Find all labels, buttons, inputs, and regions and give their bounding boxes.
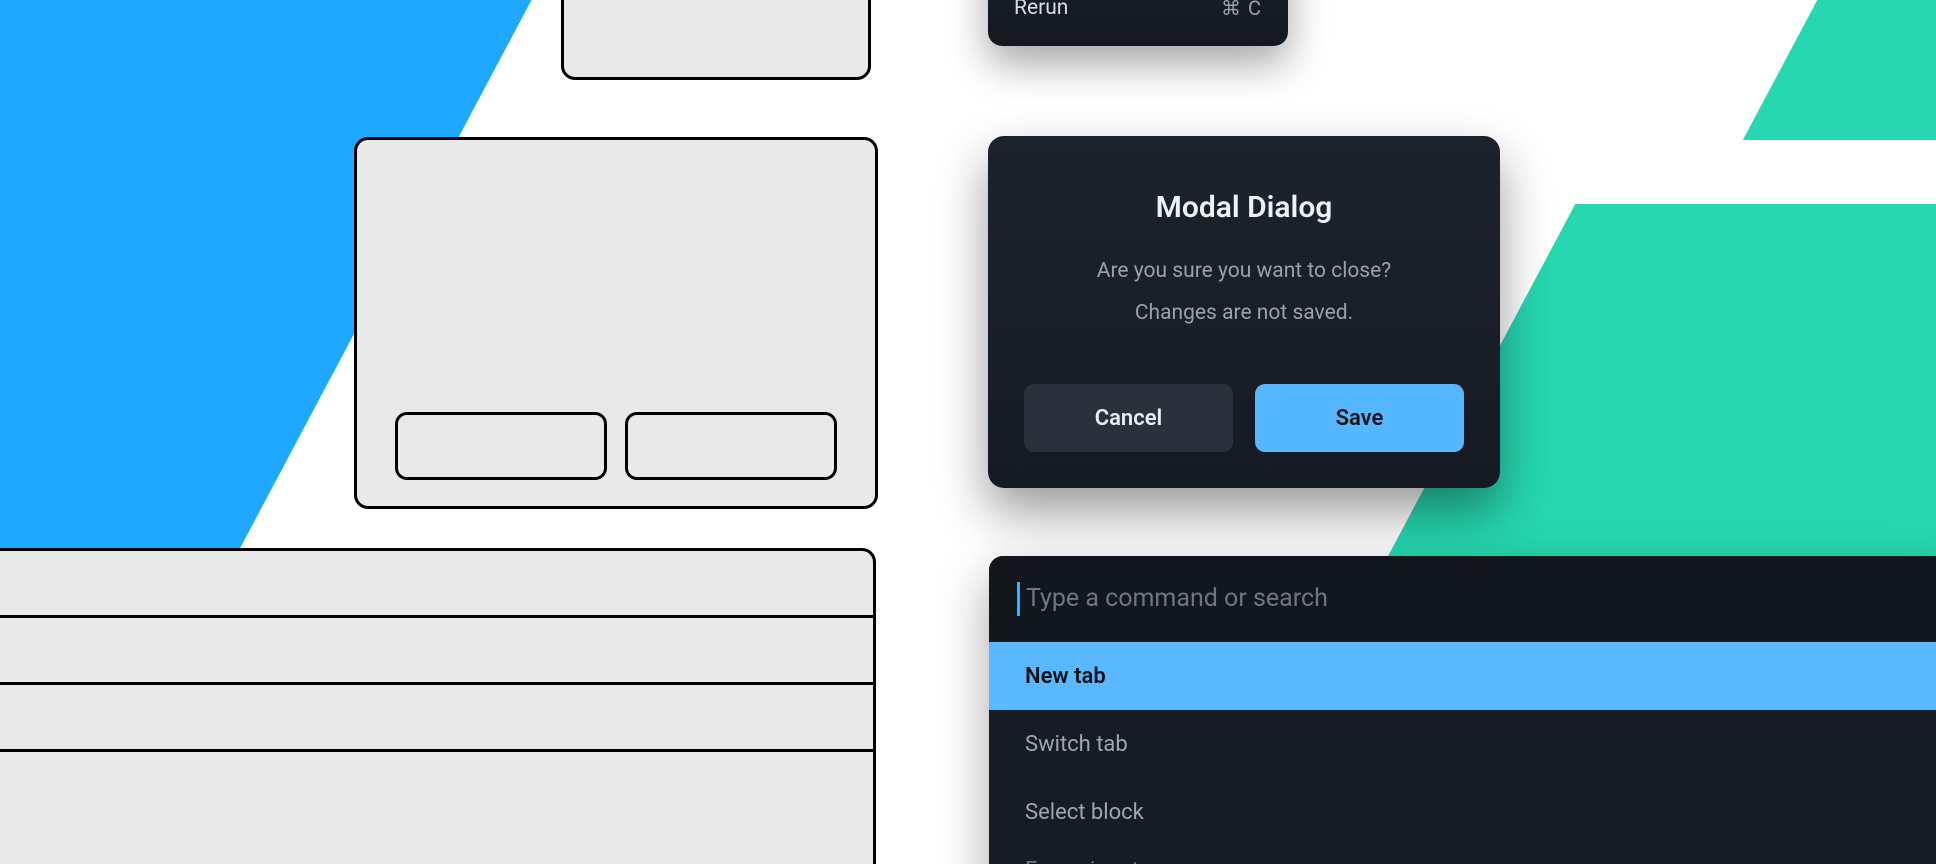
save-button-label: Save <box>1336 406 1384 431</box>
context-menu-item-rerun[interactable]: Rerun ⌘ C <box>988 0 1288 32</box>
decorative-teal-shape-top <box>1743 0 1936 140</box>
modal-dialog: Modal Dialog Are you sure you want to cl… <box>988 136 1500 488</box>
command-palette: Type a command or search New tab Switch … <box>989 556 1936 864</box>
command-palette-item-focus-input[interactable]: Focus input <box>989 846 1936 864</box>
wireframe-palette-row <box>0 685 873 752</box>
command-palette-item-new-tab[interactable]: New tab <box>989 642 1936 710</box>
cancel-button-label: Cancel <box>1095 406 1163 431</box>
wireframe-save-button <box>625 412 837 480</box>
command-palette-input[interactable]: Type a command or search <box>989 556 1936 642</box>
modal-text-line-1: Are you sure you want to close? <box>1024 255 1464 289</box>
text-cursor-icon <box>1017 582 1020 616</box>
context-menu: Rerun ⌘ C <box>988 0 1288 46</box>
command-palette-item-label: Select block <box>1025 800 1144 825</box>
cancel-button[interactable]: Cancel <box>1024 384 1233 452</box>
context-menu-shortcut: ⌘ C <box>1221 0 1262 20</box>
command-palette-placeholder: Type a command or search <box>1026 584 1328 613</box>
wireframe-modal <box>354 137 878 509</box>
command-palette-item-label: Switch tab <box>1025 732 1128 757</box>
wireframe-palette-input-row <box>0 551 873 618</box>
wireframe-command-palette <box>0 548 876 864</box>
modal-title: Modal Dialog <box>1024 190 1464 225</box>
save-button[interactable]: Save <box>1255 384 1464 452</box>
wireframe-palette-row <box>0 618 873 685</box>
command-palette-item-switch-tab[interactable]: Switch tab <box>989 710 1936 778</box>
wireframe-cancel-button <box>395 412 607 480</box>
command-palette-item-select-block[interactable]: Select block <box>989 778 1936 846</box>
command-palette-item-label: New tab <box>1025 664 1106 689</box>
wireframe-small-card <box>561 0 871 80</box>
context-menu-item-label: Rerun <box>1014 0 1068 20</box>
command-palette-item-label: Focus input <box>1025 858 1139 864</box>
modal-text-line-2: Changes are not saved. <box>1024 297 1464 331</box>
